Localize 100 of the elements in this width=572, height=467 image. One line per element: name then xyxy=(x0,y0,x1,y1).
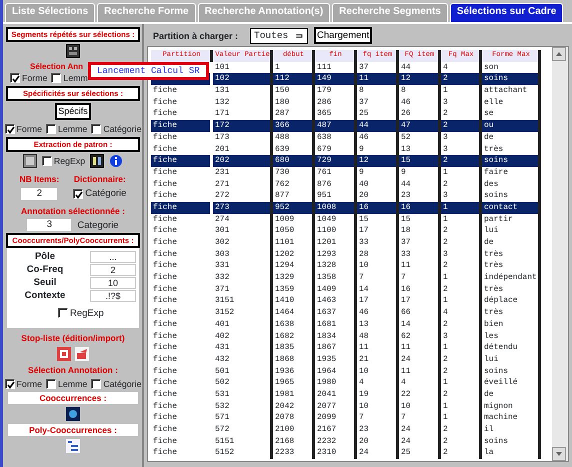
checkbox[interactable] xyxy=(42,156,52,166)
table-cell: 1 xyxy=(441,272,482,284)
table-cell: 180 xyxy=(273,96,315,108)
checkbox[interactable] xyxy=(4,124,15,134)
table-cell: bien xyxy=(482,318,541,330)
table-cell: 1 xyxy=(441,377,482,389)
table-cell: 2 xyxy=(441,178,482,190)
section-label: Sélection Ann xyxy=(30,62,84,71)
scroll-down-icon[interactable] xyxy=(552,447,566,461)
table-cell: 10 xyxy=(399,400,441,412)
table-cell: 2078 xyxy=(273,412,315,424)
items-field[interactable]: 2 xyxy=(21,188,58,200)
table-cell: 401 xyxy=(213,318,273,330)
table-cell: 132 xyxy=(213,96,273,108)
checkbox-label: Lemme xyxy=(58,124,88,134)
table-cell: 16 xyxy=(399,202,441,214)
section-label: NB Items: xyxy=(20,174,60,184)
table-cell: 15 xyxy=(399,155,441,167)
table-cell: partir xyxy=(482,214,541,226)
table-cell: 44 xyxy=(357,120,399,132)
checkbox[interactable] xyxy=(46,379,56,389)
table-cell: 179 xyxy=(315,85,357,97)
table-cell: 149 xyxy=(315,73,357,86)
table-cell: fiche xyxy=(151,447,213,460)
table-cell: 729 xyxy=(315,155,357,167)
table-cell: 10 xyxy=(357,260,399,272)
scroll-up-icon[interactable] xyxy=(552,47,566,61)
checkbox[interactable] xyxy=(91,124,102,134)
table-cell: lui xyxy=(482,225,541,237)
table-cell: 2 xyxy=(441,436,482,448)
table-cell: 46 xyxy=(399,96,441,108)
partition-select[interactable]: Toutes xyxy=(250,28,308,44)
field-label: Categorie xyxy=(77,220,119,230)
table-cell: 302 xyxy=(213,237,273,249)
table-cell: 331 xyxy=(213,260,273,272)
table-cell: 37 xyxy=(357,96,399,108)
checkbox[interactable] xyxy=(4,379,15,389)
table-cell: 2168 xyxy=(273,436,315,448)
table-cell: 1294 xyxy=(273,260,315,272)
checkbox-label: Forme xyxy=(22,73,48,83)
table-cell: 1101 xyxy=(273,237,315,249)
edit-icon[interactable] xyxy=(57,347,71,361)
list-icon[interactable] xyxy=(66,439,80,453)
info-icon[interactable] xyxy=(109,154,124,168)
checkbox[interactable] xyxy=(10,73,20,83)
input-field[interactable]: .!?$ xyxy=(90,290,136,302)
table-cell: 12 xyxy=(357,155,399,167)
table-cell: fiche xyxy=(151,214,213,226)
table-cell: 1100 xyxy=(315,225,357,237)
table-cell: 2 xyxy=(441,424,482,436)
table-cell: 14 xyxy=(399,318,441,330)
grid-icon[interactable] xyxy=(66,44,80,58)
run-icon[interactable] xyxy=(66,407,80,421)
table-cell: 4 xyxy=(441,307,482,319)
import-icon[interactable] xyxy=(75,347,89,361)
table-cell: 10 xyxy=(357,400,399,412)
tab[interactable]: Sélections sur Cadre xyxy=(450,3,564,22)
table-cell: 572 xyxy=(213,424,273,436)
checkbox[interactable] xyxy=(91,379,102,389)
checkbox[interactable] xyxy=(73,188,84,198)
field-label: Pôle xyxy=(34,251,56,262)
table-cell: 131 xyxy=(213,85,273,97)
table-cell: 2232 xyxy=(315,436,357,448)
checkbox[interactable] xyxy=(46,124,56,134)
table-cell: 46 xyxy=(357,307,399,319)
tool-icon[interactable] xyxy=(22,154,37,168)
table-cell: 7 xyxy=(399,272,441,284)
table-cell: 1328 xyxy=(315,260,357,272)
section-label: Annotation sélectionnée : xyxy=(21,206,125,216)
specifs-button[interactable]: Spécifs xyxy=(55,103,91,120)
table-cell: de xyxy=(482,132,541,144)
input-field[interactable]: ... xyxy=(90,250,136,262)
input-field[interactable]: 2 xyxy=(90,264,136,276)
load-button[interactable]: Chargement xyxy=(314,27,372,44)
table-cell: 487 xyxy=(315,120,357,132)
table-cell: 366 xyxy=(273,120,315,132)
table-cell: 402 xyxy=(213,330,273,342)
table-cell: 1464 xyxy=(273,307,315,319)
section-label: Sélection Annotation : xyxy=(28,365,118,375)
checkbox[interactable] xyxy=(51,73,62,83)
table-cell: 431 xyxy=(213,342,273,354)
table-cell: 33 xyxy=(357,237,399,249)
annotation-field[interactable]: 3 xyxy=(27,219,72,231)
tool-icon[interactable] xyxy=(90,154,104,168)
table-cell: 3 xyxy=(441,330,482,342)
table-cell: fiche xyxy=(151,248,213,260)
checkbox-label: RegExp xyxy=(70,308,104,318)
table-cell: 876 xyxy=(315,178,357,190)
table-cell: soins xyxy=(482,366,541,378)
table-cell: 531 xyxy=(213,388,273,401)
table-cell: machine xyxy=(482,412,541,424)
table-cell: 102 xyxy=(213,73,273,86)
table-cell: 8 xyxy=(357,85,399,97)
table-cell: 1638 xyxy=(273,318,315,330)
table-cell: 21 xyxy=(357,354,399,366)
table-cell: fiche xyxy=(151,284,213,296)
input-field[interactable]: 10 xyxy=(90,276,136,288)
table-cell: fiche xyxy=(151,272,213,284)
section-title: Poly-Cooccurrences : xyxy=(8,424,138,436)
table-cell: fiche xyxy=(151,424,213,436)
